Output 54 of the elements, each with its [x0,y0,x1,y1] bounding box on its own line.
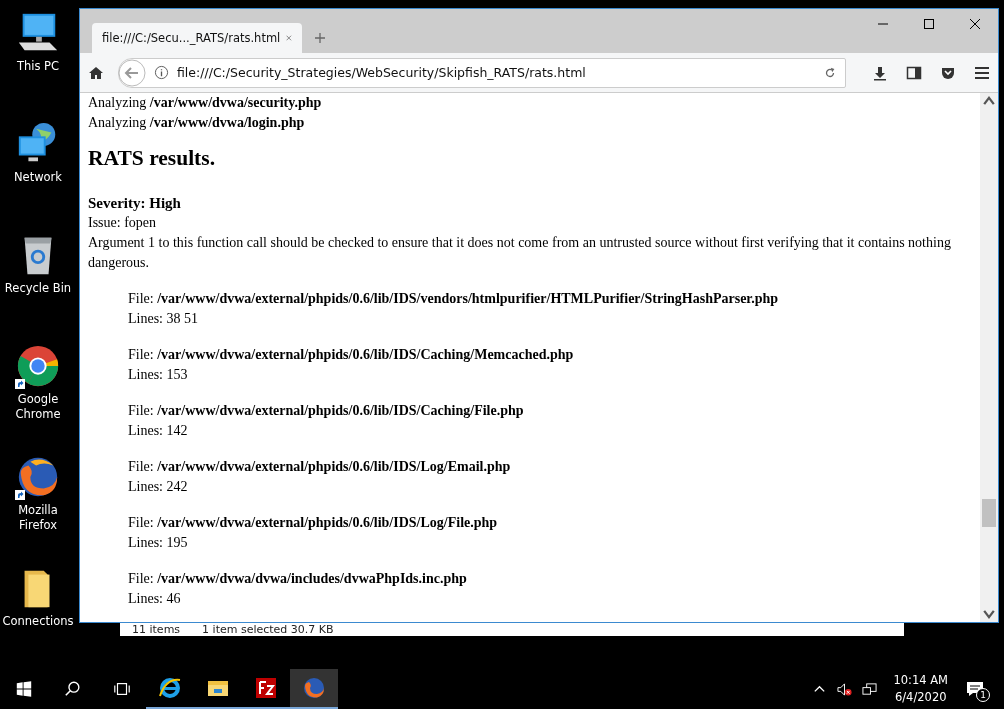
windows-start-icon[interactable] [15,680,33,698]
scrollbar[interactable] [980,93,998,622]
task-view-icon[interactable] [113,680,131,698]
results-heading: RATS results. [88,145,217,171]
browser-tab[interactable]: file:///C:/Secu..._RATS/rats.html [92,23,302,53]
home-icon[interactable] [88,64,104,81]
reload-icon[interactable] [823,65,837,80]
info-icon[interactable] [154,65,169,80]
file-path: File: /var/www/dvwa/external/phpids/0.6/lib/IDS/vendors/htmlpurifier/HTMLPurifier/StringHashParser.php [128,290,780,308]
line-numbers: Lines: 38 51 [128,310,199,328]
address-bar[interactable]: file:///C:/Security_Strategies/WebSecurity/Skipfish_RATS/rats.html [118,57,846,88]
close-icon[interactable] [969,18,981,30]
firefox-icon [302,676,326,700]
plus-icon[interactable] [314,32,326,44]
line-numbers: Lines: 46 [128,590,182,608]
file-path: File: /var/www/dvwa/external/phpids/0.6/lib/IDS/Log/Email.php [128,458,512,476]
desktop-icon-label[interactable]: Network [1,170,75,185]
date-text: 6/4/2020 [894,689,947,706]
desktop-icon-label[interactable]: Mozilla Firefox [1,503,75,533]
severity-label: Severity: High [88,194,182,213]
desktop-icon-label[interactable]: This PC [1,59,75,74]
chrome-icon[interactable] [15,343,61,389]
analyzing-line: Analyzing /var/www/dvwa/security.php [88,94,323,112]
url-text: file:///C:/Security_Strategies/WebSecurity/Skipfish_RATS/rats.html [177,65,587,80]
time-text: 10:14 AM [893,672,948,689]
desktop-icon-label[interactable]: Recycle Bin [1,281,75,296]
menu-icon[interactable] [974,64,990,81]
network-icon[interactable] [862,681,878,697]
ie-icon [158,676,182,700]
issue-description: Argument 1 to this function call should be checked to ensure that it does not come from an untrusted source without first verifying that it contains nothing dangerous. [88,234,952,272]
item-count: 11 items [132,623,181,636]
maximize-icon[interactable] [923,18,935,30]
search-icon[interactable] [64,680,82,698]
line-numbers: Lines: 142 [128,422,189,440]
issue-text: Issue: fopen [88,214,158,232]
back-icon[interactable] [118,58,146,87]
notification-count: 1 [976,688,990,702]
file-path: File: /var/www/dvwa/external/phpids/0.6/lib/IDS/Log/File.php [128,514,499,532]
file-path: File: /var/www/dvwa/external/phpids/0.6/lib/IDS/Caching/Memcached.php [128,346,575,364]
desktop-icon-label[interactable]: Connections [1,614,75,629]
sidebar-icon[interactable] [906,64,922,81]
file-path: File: /var/www/dvwa/external/phpids/0.6/lib/IDS/Caching/File.php [128,402,525,420]
file-path: File: /var/www/dvwa/dvwa/includes/dvwaPhpIds.inc.php [128,570,468,588]
line-numbers: Lines: 242 [128,478,189,496]
clock[interactable]: 10:14 AM 6/4/2020 [893,672,948,706]
scroll-thumb[interactable] [982,499,996,527]
analyzing-line: Analyzing /var/www/dvwa/login.php [88,114,306,132]
line-numbers: Lines: 153 [128,366,189,384]
speaker-muted-icon[interactable] [837,681,853,697]
desktop-icon-label[interactable]: Google Chrome [1,392,75,422]
selection-info: 1 item selected 30.7 KB [202,623,334,636]
download-icon[interactable] [872,64,888,81]
line-numbers: Lines: 195 [128,534,189,552]
filezilla-icon [254,676,278,700]
